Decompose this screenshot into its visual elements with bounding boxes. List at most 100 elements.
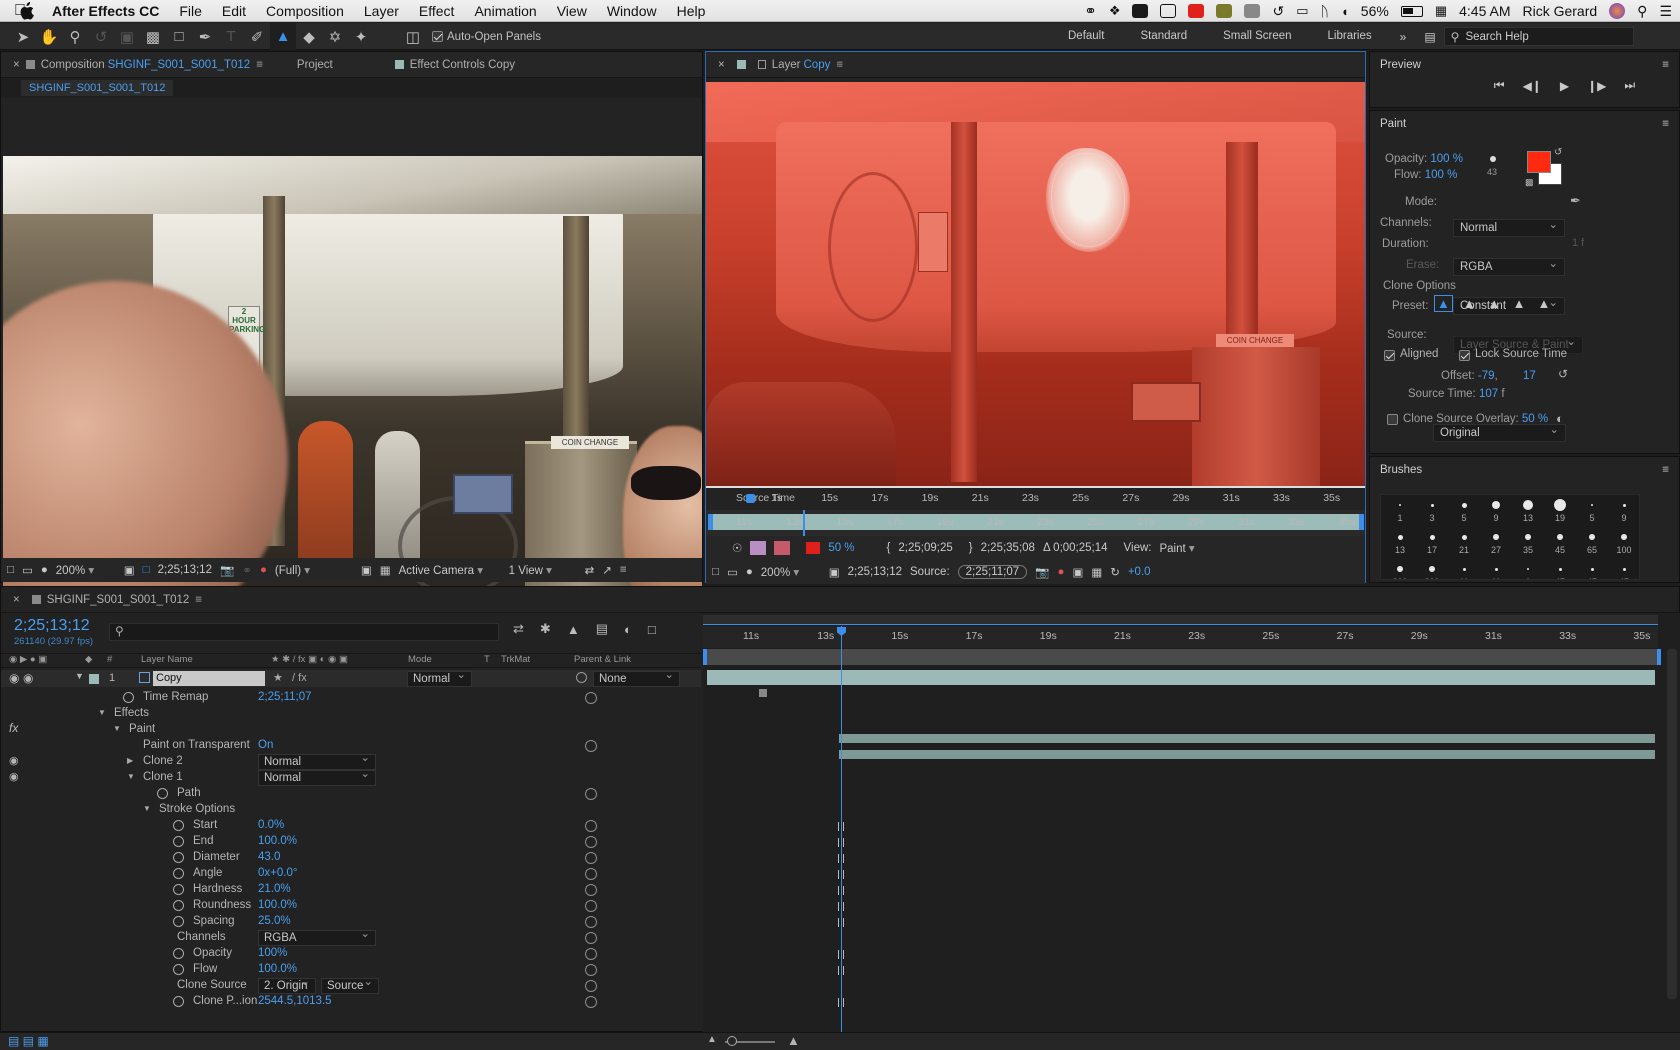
layer-switches[interactable]: ★ / fx [273,670,307,687]
snapping-icon[interactable]: ◫ [400,23,426,50]
in-point-icon[interactable]: { [887,542,891,554]
dropbox-icon[interactable]: ❖ [1109,3,1121,19]
expression-pickwhip-icon[interactable] [585,884,597,896]
zoom-slider-thumb[interactable] [727,1036,737,1046]
layer-end-handle[interactable] [1359,514,1364,530]
source-time-ruler[interactable]: Source Time 1s 15s 17s 19s 21s 23s 25s 27s 29s 31… [706,486,1365,510]
current-time-indicator[interactable] [841,626,842,1033]
twirl-down-icon[interactable]: ▼ [143,804,151,813]
stopwatch-icon[interactable] [173,884,184,895]
prop-spacing-value[interactable]: 25.0% [258,913,291,930]
effect-visibility-icon[interactable]: ◉ [9,769,19,786]
video-toggle-icon[interactable]: ◉ [9,671,19,685]
paint-opacity-value[interactable]: 100 % [1430,153,1463,165]
workspace-default[interactable]: Default [1050,23,1122,50]
menu-edit[interactable]: Edit [212,0,256,22]
roi-icon[interactable]: ▣ [361,563,372,577]
time-ruler[interactable]: 11s 13s 15s 17s 19s 21s 23s 25s 27s 29s 31s 33s 35s [703,626,1658,648]
overlay-opacity[interactable]: 50 % [828,542,854,554]
user-name[interactable]: Rick Gerard [1522,3,1597,19]
layer-roi-icon[interactable]: ▣ [1072,565,1083,579]
zoom-tool-icon[interactable]: ⚲ [62,23,88,50]
expression-pickwhip-icon[interactable] [585,836,597,848]
brush-preset[interactable]: 19 [1545,497,1575,527]
work-area-bar[interactable] [703,615,1658,625]
preview-menu-icon[interactable]: ≡ [1662,52,1669,78]
prop-clone-position-value[interactable]: 2544.5,1013.5 [258,993,332,1010]
layer-mask-icon[interactable]: ● [746,566,753,578]
composition-viewer[interactable]: 2 HOUR PARKING COIN CHANGE [3,156,702,610]
shy-layers-icon[interactable]: ▲ [567,622,580,637]
expression-pickwhip-icon[interactable] [585,900,597,912]
apple-logo-icon[interactable] [18,2,34,20]
lock-icon[interactable] [25,60,35,69]
brush-preset[interactable]: 5 [1449,497,1479,527]
expression-pickwhip-icon[interactable] [585,820,597,832]
last-frame-icon[interactable]: ⏭ [1624,78,1635,93]
expression-pickwhip-icon[interactable] [585,948,597,960]
brush-preset[interactable]: 45 [1545,529,1575,559]
more-workspaces-icon[interactable]: » [1390,30,1417,44]
prop-start-value[interactable]: 0.0% [258,817,284,834]
mask-icon[interactable]: ● [41,564,48,576]
layer-grid-icon[interactable]: ▦ [1091,565,1102,579]
brush-preset[interactable]: 13 [1385,529,1415,559]
expression-pickwhip-icon[interactable] [585,868,597,880]
expression-pickwhip-icon[interactable] [585,852,597,864]
resolution-dropdown[interactable]: (Full) [275,563,353,577]
show-snapshot-icon[interactable]: ⚭ [242,563,252,577]
overlay-color-swatch[interactable] [806,542,821,554]
camera-tool-icon[interactable]: ▣ [114,23,140,50]
layer-color-icon[interactable]: ● [1058,566,1065,578]
view-dropdown[interactable]: Paint [1159,541,1319,555]
close-icon[interactable]: × [13,59,20,71]
zoom-out-icon[interactable]: ▲ [707,1034,717,1045]
layer-start-handle[interactable] [708,514,713,530]
stopwatch-icon[interactable] [173,964,184,975]
stopwatch-icon[interactable] [173,900,184,911]
layer-name-field[interactable]: Copy [153,671,265,686]
layer-mode-dropdown[interactable]: Normal [407,668,472,687]
puppet-tool-icon[interactable]: ✦ [348,23,374,50]
layer-timecode[interactable]: 2;25;13;12 [848,566,902,578]
export-icon[interactable]: ↗ [602,563,612,577]
menu-app[interactable]: After Effects CC [42,0,169,22]
region-icon[interactable]: □ [143,564,150,576]
brushes-menu-icon[interactable]: ≡ [1662,457,1669,483]
expression-pickwhip-icon[interactable] [585,980,597,992]
layer-zoom-dropdown[interactable]: 200% [761,565,821,579]
airplay-icon[interactable]: ▭ [1296,3,1308,19]
prop-roundness-value[interactable]: 100.0% [258,897,297,914]
tab-composition[interactable]: × Composition SHGINF_S001_S001_T012 ≡ [1,59,275,71]
stopwatch-icon[interactable] [173,868,184,879]
rotate-tool-icon[interactable]: ↺ [88,23,114,50]
transparency-grid-icon[interactable]: ▦ [380,563,391,577]
battery-percent[interactable]: 56% [1361,3,1389,19]
layer-snapshot-icon[interactable]: 📷 [1035,565,1049,579]
default-colors-icon[interactable]: ▩ [1525,177,1534,188]
brush-preset[interactable]: 1 [1513,561,1543,579]
clock[interactable]: 4:45 AM [1459,3,1510,19]
evernote-icon[interactable] [1132,4,1149,18]
clone-source-mode-dropdown[interactable]: Source [321,975,379,994]
prop-diameter-value[interactable]: 43.0 [258,849,280,866]
brush-preset[interactable]: 21 [1449,529,1479,559]
brush-preset[interactable]: 65 [1577,529,1607,559]
mode-dropdown[interactable]: Normal [1453,217,1565,237]
tab-effect-controls[interactable]: Effect Controls Copy [383,59,527,71]
prev-frame-icon[interactable]: ◀❙ [1523,79,1542,93]
clone-preset-4-icon[interactable]: ▲ [1511,296,1528,311]
display-icon[interactable] [1244,4,1261,18]
brush-preset[interactable]: 1 [1385,497,1415,527]
layer-switches-toggle-icon[interactable]: ▤ ▤ ▦ [8,1034,49,1048]
expression-pickwhip-icon[interactable] [585,932,597,944]
memory-icon[interactable] [1216,4,1233,18]
brush-preset[interactable]: 13 [1513,497,1543,527]
workspace-menu-icon[interactable]: ▤ [1416,30,1443,44]
swap-colors-icon[interactable]: ↺ [1554,147,1562,158]
prop-clone1-dropdown[interactable]: Normal [258,767,376,786]
paint-channels-dropdown[interactable]: RGBA [1453,256,1565,276]
twirl-down-icon[interactable]: ▼ [113,724,121,733]
layer-time-ruler[interactable]: 11s 13s 15s 17s 19s 21s 23s 25s 27s 29s 31s 33s 35s [706,510,1365,536]
difference-mode-icon[interactable]: ◐ [1556,411,1564,426]
